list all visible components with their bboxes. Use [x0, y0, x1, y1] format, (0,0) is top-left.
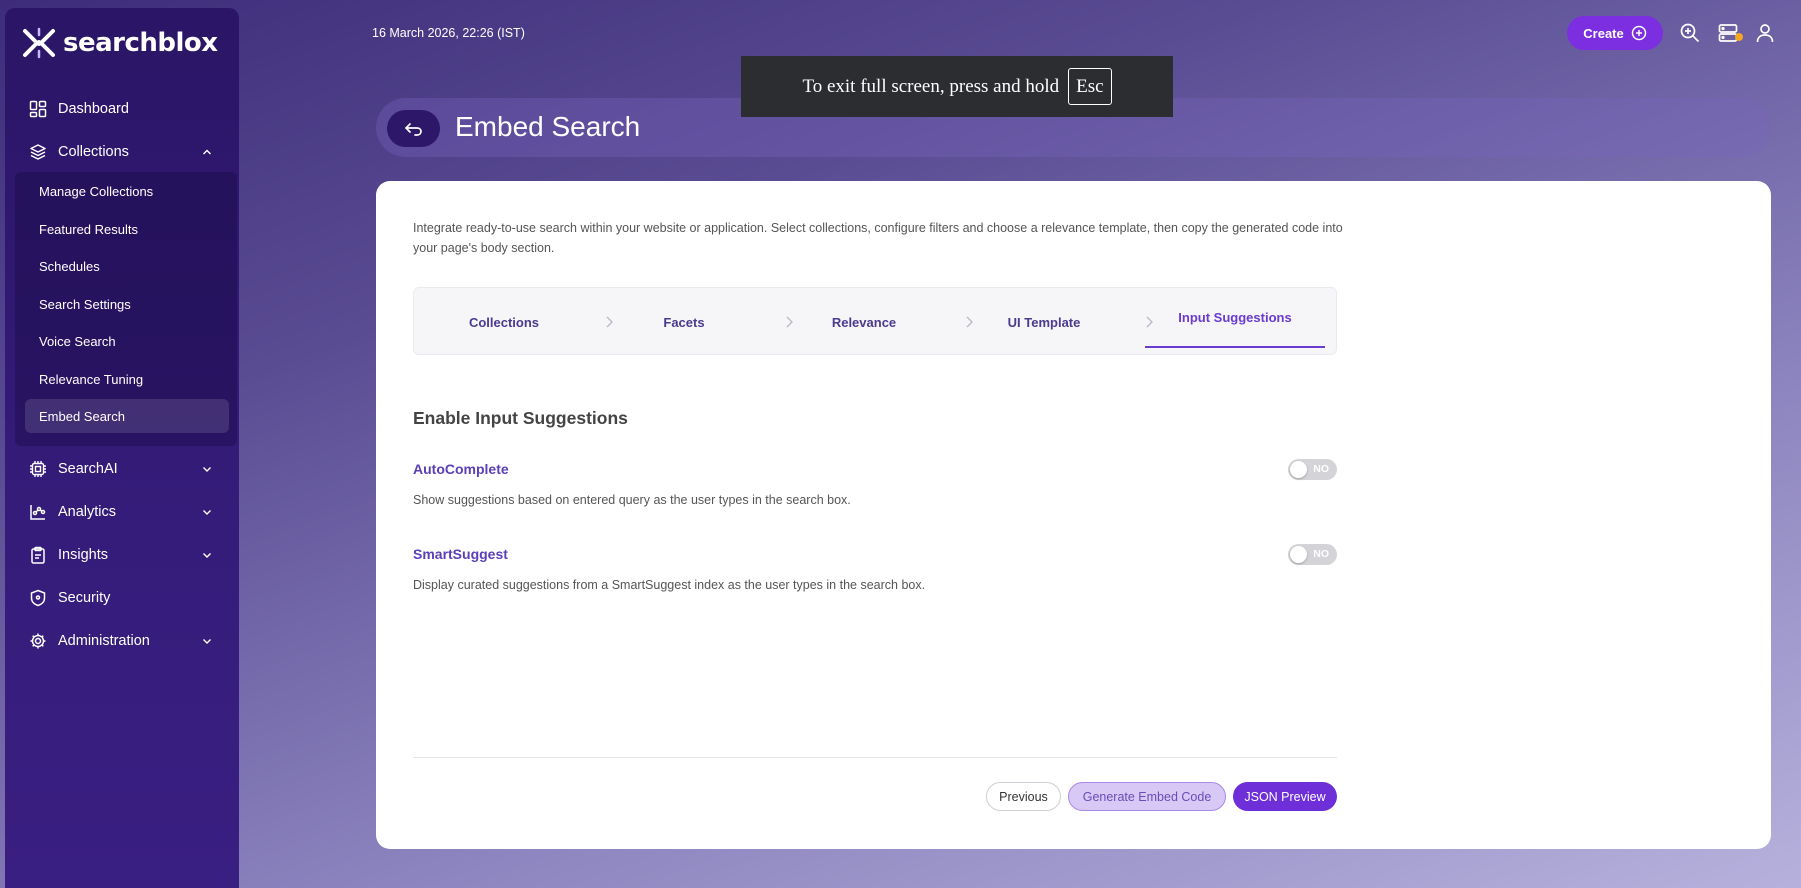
sidebar: searchblox Dashboard Collections Manage …	[5, 8, 239, 888]
divider	[413, 757, 1337, 758]
toggle-state: NO	[1313, 548, 1329, 560]
analytics-icon	[30, 505, 46, 520]
logo-text: searchblox	[63, 28, 218, 58]
sidebar-item-security[interactable]: Security	[17, 580, 227, 616]
step-input-suggestions[interactable]: Input Suggestions	[1145, 288, 1325, 348]
sidebar-item-label: Insights	[58, 547, 108, 563]
sidebar-item-schedules[interactable]: Schedules	[25, 249, 229, 283]
autocomplete-label: AutoComplete	[413, 461, 509, 477]
smartsuggest-toggle[interactable]: NO	[1288, 544, 1337, 565]
sub-item-label: Featured Results	[39, 221, 138, 237]
step-facets[interactable]: Facets	[594, 288, 774, 356]
gear-icon	[30, 633, 46, 649]
back-button[interactable]	[387, 110, 440, 147]
chevron-down-icon	[203, 510, 211, 515]
toggle-knob	[1290, 461, 1307, 478]
sub-item-label: Schedules	[39, 258, 100, 274]
sidebar-item-manage-collections[interactable]: Manage Collections	[25, 174, 229, 208]
generate-embed-code-button[interactable]: Generate Embed Code	[1068, 782, 1226, 811]
toast-text: To exit full screen, press and hold	[802, 75, 1060, 97]
previous-button[interactable]: Previous	[986, 782, 1061, 811]
plus-circle-icon	[1631, 25, 1646, 41]
dashboard-icon	[29, 100, 47, 118]
chevron-down-icon	[203, 639, 211, 644]
search-zoom-icon[interactable]	[1679, 22, 1701, 44]
sidebar-item-administration[interactable]: Administration	[17, 623, 227, 659]
sub-item-label: Search Settings	[39, 296, 131, 312]
user-icon[interactable]	[1754, 22, 1776, 44]
toggle-state: NO	[1313, 463, 1329, 475]
chip-icon	[30, 461, 46, 477]
sub-item-label: Embed Search	[39, 408, 125, 424]
chevron-down-icon	[203, 553, 211, 558]
intro-text: Integrate ready-to-use search within you…	[413, 221, 1343, 255]
page-title: Embed Search	[455, 111, 641, 142]
clipboard-icon	[31, 546, 45, 564]
logo[interactable]: searchblox	[21, 25, 218, 61]
smartsuggest-label: SmartSuggest	[413, 546, 508, 562]
step-collections[interactable]: Collections	[414, 288, 594, 356]
sidebar-item-dashboard[interactable]: Dashboard	[17, 91, 227, 127]
sidebar-item-voice-search[interactable]: Voice Search	[25, 324, 229, 358]
section-title: Enable Input Suggestions	[413, 408, 628, 428]
sidebar-item-label: SearchAI	[58, 461, 118, 477]
json-preview-button[interactable]: JSON Preview	[1233, 782, 1337, 811]
datetime: 16 March 2026, 22:26 (IST)	[372, 26, 525, 40]
sidebar-item-label: Collections	[58, 144, 129, 160]
sidebar-item-searchai[interactable]: SearchAI	[17, 451, 227, 487]
sidebar-item-label: Dashboard	[58, 101, 129, 117]
create-button[interactable]: Create	[1567, 16, 1663, 50]
sidebar-item-search-settings[interactable]: Search Settings	[25, 287, 229, 321]
chevron-up-icon	[203, 149, 211, 155]
sidebar-item-embed-search[interactable]: Embed Search	[25, 399, 229, 433]
back-arrow-icon	[404, 122, 422, 136]
fullscreen-exit-toast: To exit full screen, press and hold Esc	[741, 56, 1173, 117]
shield-icon	[30, 589, 46, 607]
sidebar-item-analytics[interactable]: Analytics	[17, 494, 227, 530]
sub-item-label: Manage Collections	[39, 183, 154, 199]
content-card	[376, 181, 1771, 849]
chevron-down-icon	[203, 467, 211, 472]
step-relevance[interactable]: Relevance	[774, 288, 954, 356]
sidebar-item-insights[interactable]: Insights	[17, 537, 227, 573]
esc-key: Esc	[1068, 68, 1112, 105]
toggle-knob	[1290, 546, 1307, 563]
sidebar-item-label: Analytics	[58, 504, 117, 520]
stepper: Collections Facets Relevance UI Template…	[413, 287, 1337, 355]
sidebar-item-label: Administration	[58, 633, 150, 649]
autocomplete-toggle[interactable]: NO	[1288, 459, 1337, 480]
sub-item-label: Relevance Tuning	[39, 371, 144, 387]
notification-badge	[1735, 33, 1743, 41]
smartsuggest-description: Display curated suggestions from a Smart…	[413, 578, 926, 592]
layers-icon	[30, 144, 46, 160]
autocomplete-description: Show suggestions based on entered query …	[413, 493, 851, 507]
searchblox-logo-icon	[23, 27, 55, 59]
create-label: Create	[1583, 25, 1624, 41]
sidebar-item-featured-results[interactable]: Featured Results	[25, 212, 229, 246]
sidebar-item-label: Security	[58, 590, 111, 606]
sidebar-item-relevance-tuning[interactable]: Relevance Tuning	[25, 362, 229, 396]
step-ui-template[interactable]: UI Template	[954, 288, 1134, 356]
sidebar-item-collections[interactable]: Collections	[17, 134, 227, 170]
sub-item-label: Voice Search	[39, 333, 116, 349]
collections-submenu: Manage Collections Featured Results Sche…	[15, 172, 237, 446]
